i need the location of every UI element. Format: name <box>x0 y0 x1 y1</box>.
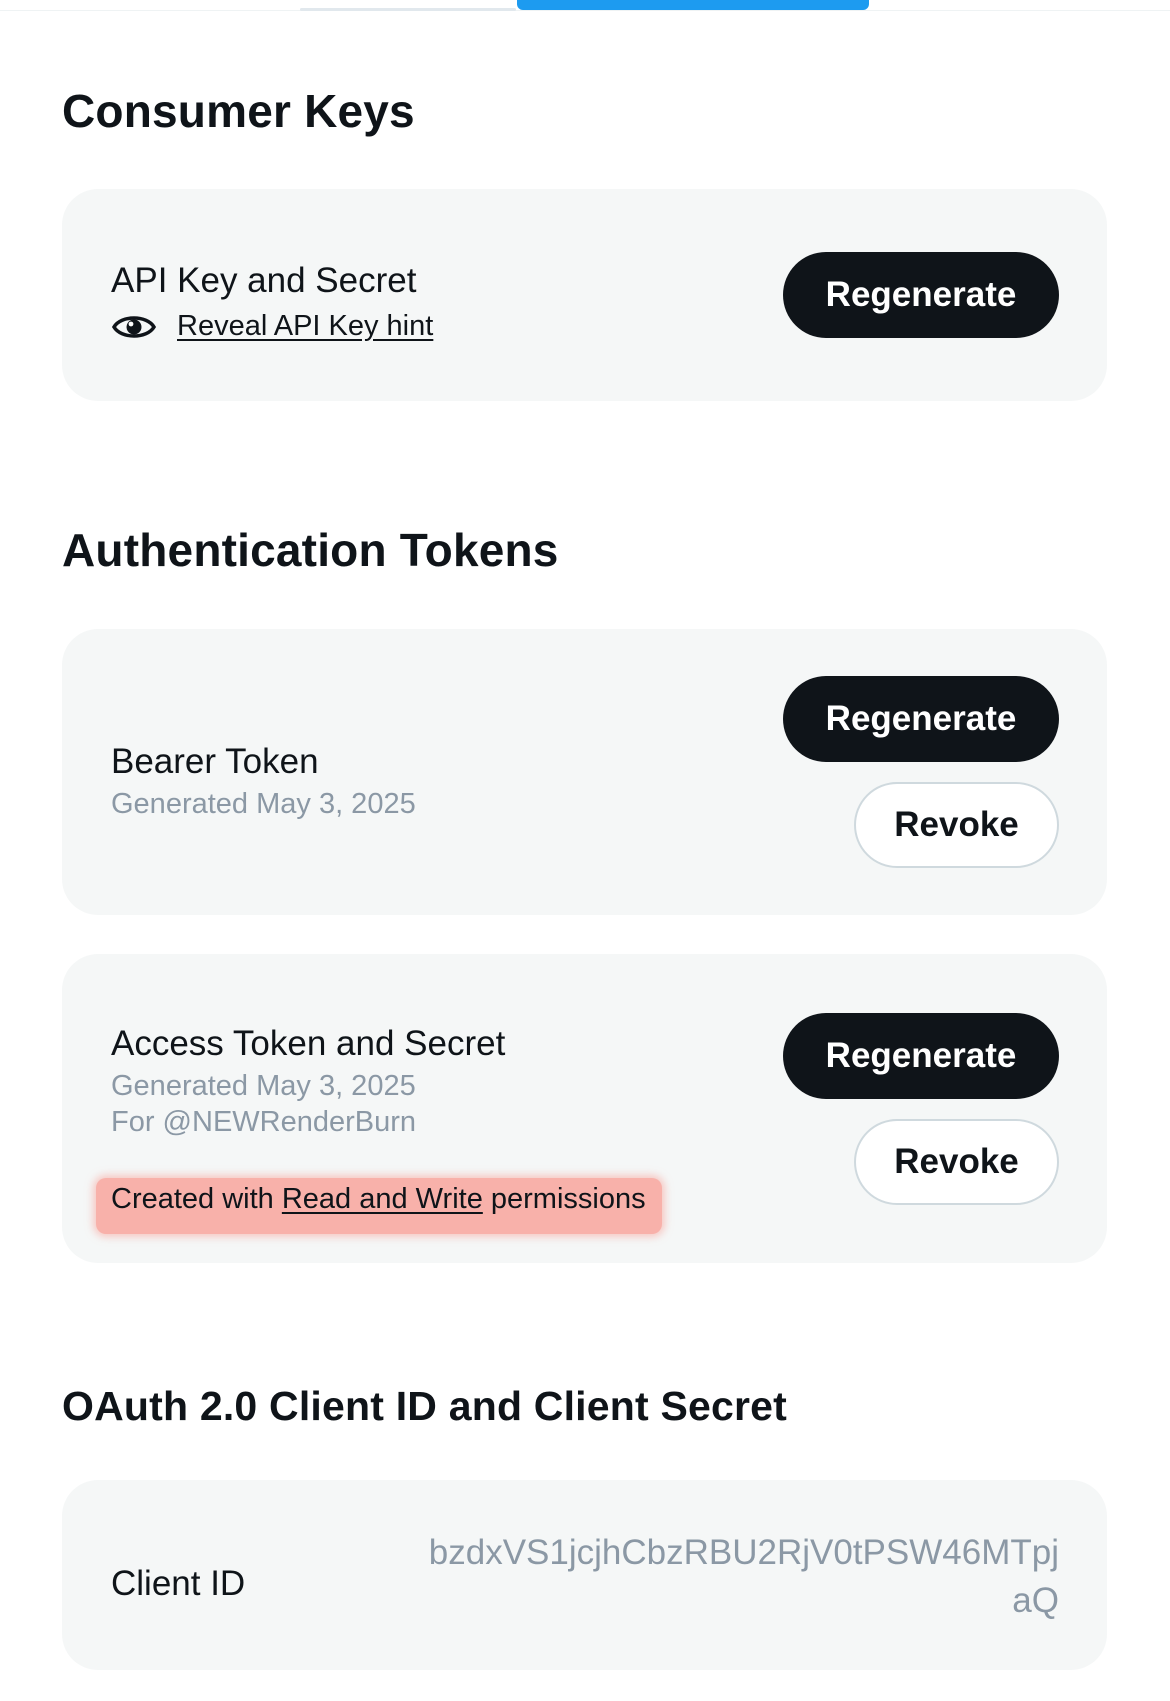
eye-icon <box>111 311 157 343</box>
bearer-token-title: Bearer Token <box>111 742 319 781</box>
reveal-api-key-hint[interactable]: Reveal API Key hint <box>111 310 433 343</box>
reveal-api-key-link[interactable]: Reveal API Key hint <box>177 310 433 343</box>
client-id-value: bzdxVS1jcjhCbzRBU2RjV0tPSW46MTpjaQ <box>428 1533 1059 1620</box>
bearer-token-generated: Generated May 3, 2025 <box>111 788 416 820</box>
read-write-link[interactable]: Read and Write <box>282 1183 483 1215</box>
consumer-keys-heading: Consumer Keys <box>62 85 415 137</box>
access-token-generated: Generated May 3, 2025 <box>111 1070 416 1102</box>
api-key-title: API Key and Secret <box>111 261 417 300</box>
permission-suffix: permissions <box>482 1183 646 1215</box>
access-token-title: Access Token and Secret <box>111 1024 506 1063</box>
tab-bar <box>0 0 1170 11</box>
auth-tokens-heading: Authentication Tokens <box>62 524 559 576</box>
bearer-token-card: Bearer Token Generated May 3, 2025 Regen… <box>62 629 1107 915</box>
tab-indicator-inactive <box>300 8 516 11</box>
access-token-user: For @NEWRenderBurn <box>111 1106 417 1138</box>
regenerate-access-button[interactable]: Regenerate <box>783 1013 1059 1099</box>
regenerate-bearer-button[interactable]: Regenerate <box>783 676 1059 762</box>
oauth2-heading: OAuth 2.0 Client ID and Client Secret <box>62 1383 788 1429</box>
tab-indicator-active <box>517 0 869 10</box>
access-token-card: Access Token and Secret Generated May 3,… <box>62 954 1107 1263</box>
access-token-permissions: Created with Read and Write permissions <box>111 1183 646 1216</box>
revoke-bearer-button[interactable]: Revoke <box>854 782 1059 868</box>
permission-prefix: Created with <box>111 1183 282 1215</box>
client-id-card: Client ID bzdxVS1jcjhCbzRBU2RjV0tPSW46MT… <box>62 1480 1107 1670</box>
regenerate-api-key-button[interactable]: Regenerate <box>783 252 1059 338</box>
api-key-card: API Key and Secret Reveal API Key hint R… <box>62 189 1107 401</box>
revoke-access-button[interactable]: Revoke <box>854 1119 1059 1205</box>
client-id-label: Client ID <box>111 1564 246 1603</box>
